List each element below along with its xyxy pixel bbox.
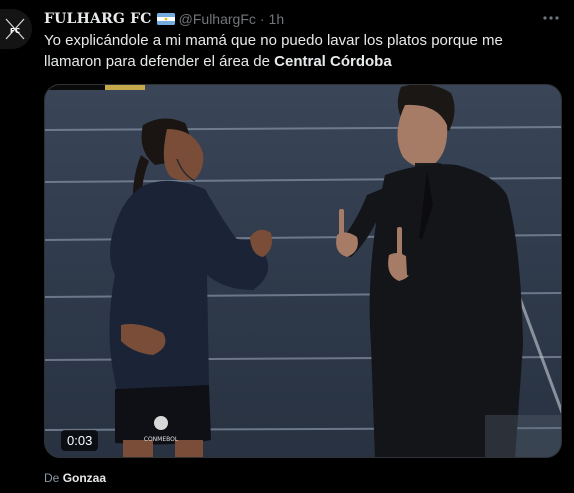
score-bar <box>45 85 145 90</box>
more-options-icon[interactable] <box>540 8 562 28</box>
author-display-name[interactable]: FULHARG FC <box>44 11 152 27</box>
video-player[interactable]: CONMEBOL 0:03 <box>44 84 562 458</box>
jersey-text: CONMEBOL <box>144 436 179 443</box>
argentina-flag-icon <box>156 13 175 25</box>
author-handle[interactable]: @FulhargFc <box>179 11 256 27</box>
fulharg-logo-icon: FC <box>0 9 32 49</box>
video-duration-badge: 0:03 <box>61 430 99 451</box>
video-frame: CONMEBOL <box>45 85 561 457</box>
avatar[interactable]: FC <box>0 9 32 49</box>
tweet: FC FULHARG FC @FulhargFc · 1h Yo explicá… <box>0 0 574 493</box>
tweet-header: FULHARG FC @FulhargFc · 1h <box>44 9 284 29</box>
source-prefix: De <box>44 471 60 485</box>
separator-dot: · <box>259 11 265 27</box>
video-source: De Gonzaa <box>44 471 106 485</box>
avatar-text: FC <box>10 27 20 35</box>
tweet-text-bold: Central Córdoba <box>274 53 392 70</box>
source-name[interactable]: Gonzaa <box>63 471 106 485</box>
tweet-text: Yo explicándole a mi mamá que no puedo l… <box>44 30 564 72</box>
tweet-timestamp[interactable]: 1h <box>269 11 285 27</box>
